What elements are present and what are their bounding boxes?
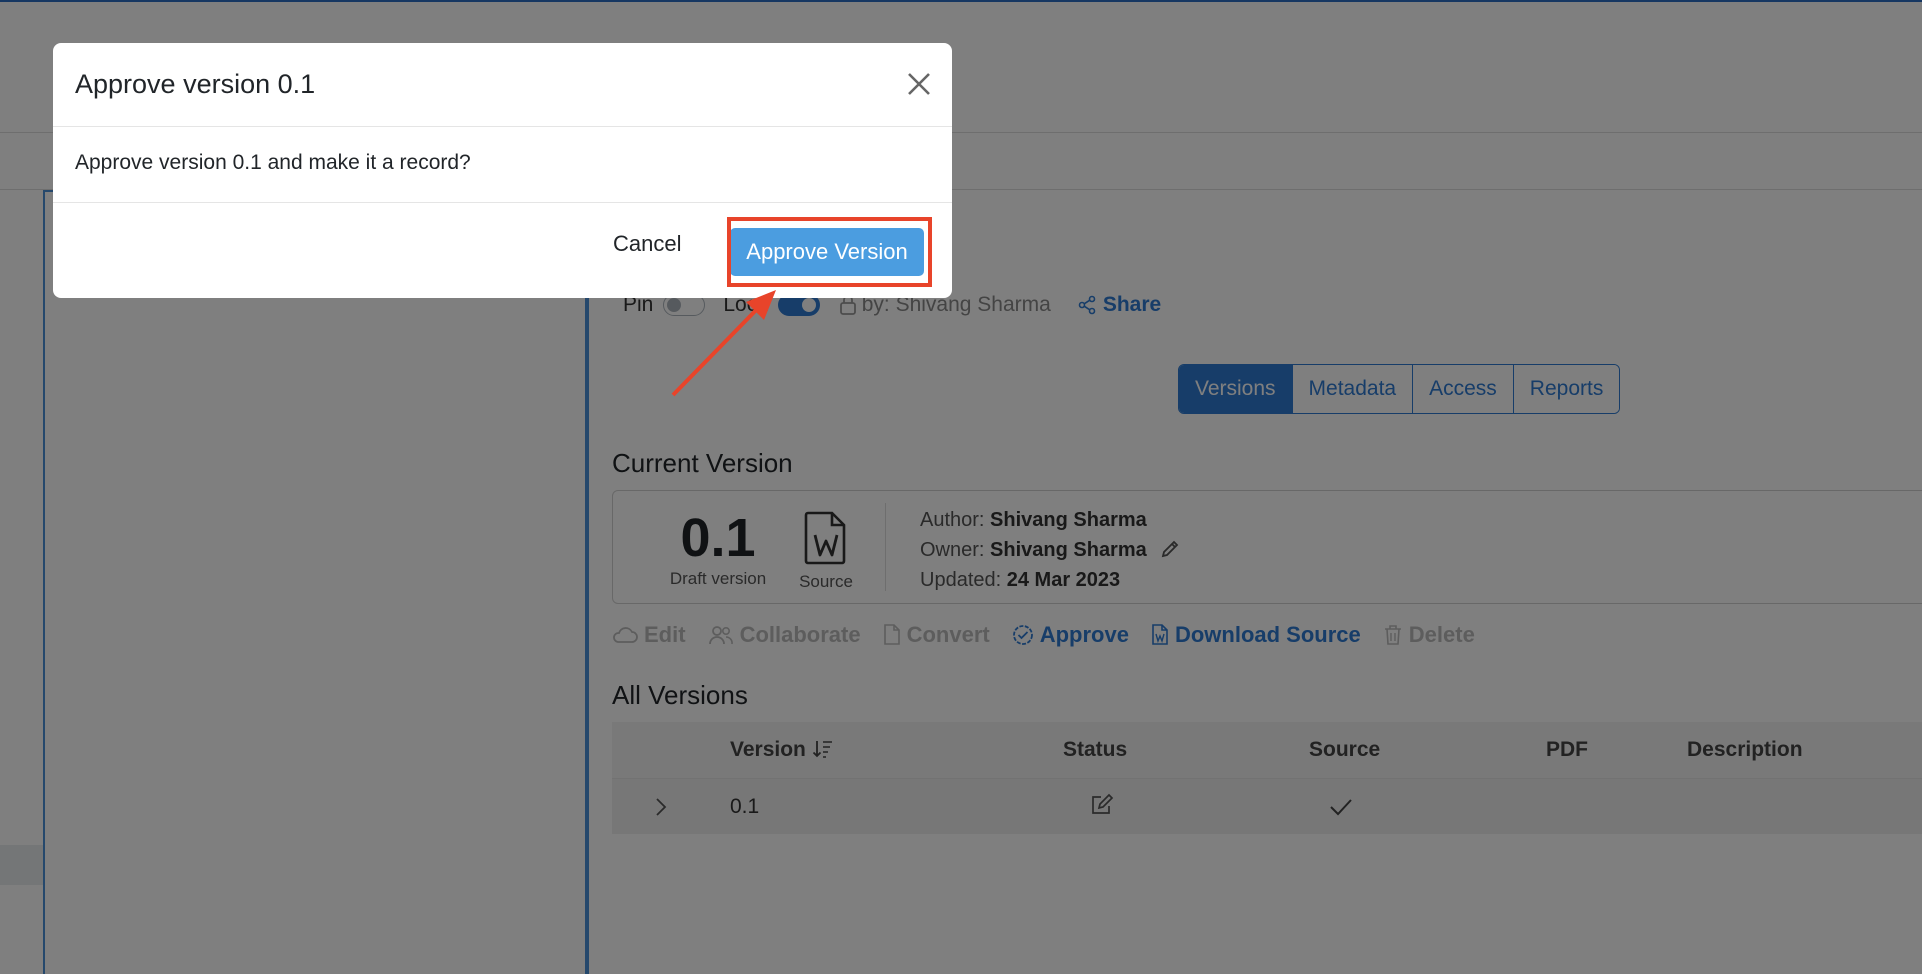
dialog-message: Approve version 0.1 and make it a record…	[75, 151, 471, 174]
close-icon[interactable]	[904, 69, 934, 99]
dialog-body: Approve version 0.1 and make it a record…	[53, 127, 952, 203]
dialog-header: Approve version 0.1	[53, 43, 952, 127]
page: Pin Lock by: Shivang Sharma Share Versio…	[0, 0, 1922, 974]
highlight-box	[727, 217, 932, 287]
dialog-title: Approve version 0.1	[75, 69, 316, 99]
cancel-button[interactable]: Cancel	[613, 231, 681, 257]
